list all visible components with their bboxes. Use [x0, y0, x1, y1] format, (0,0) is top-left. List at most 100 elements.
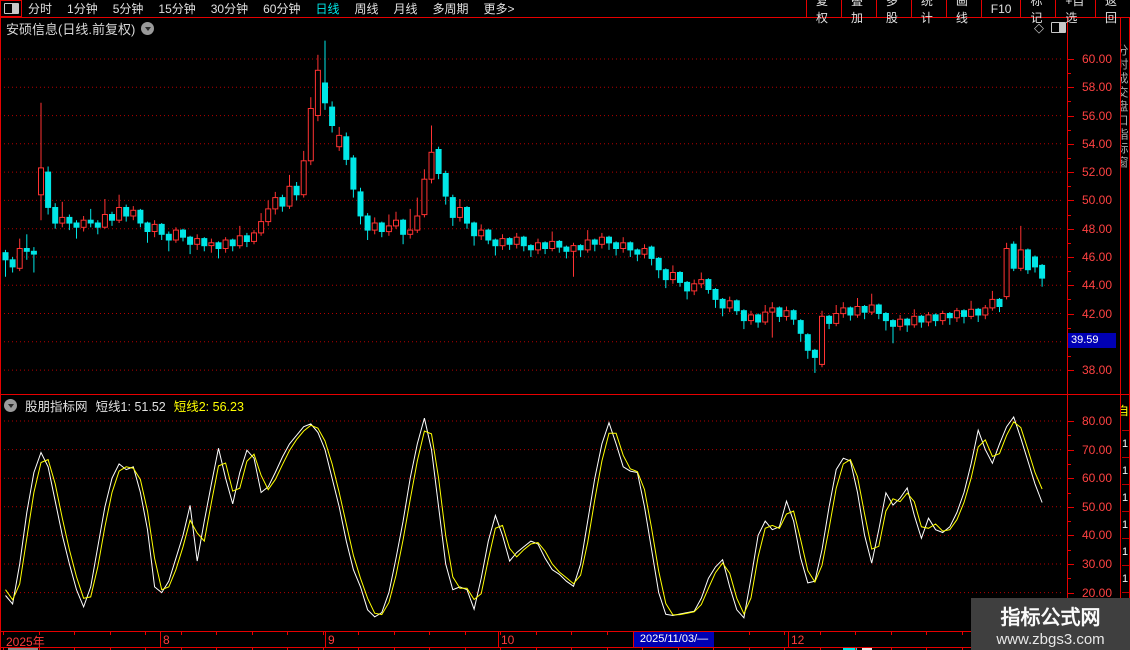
axis-tick — [1068, 450, 1074, 451]
line2-value: 56.23 — [212, 400, 244, 414]
stats-button[interactable]: 统计 — [910, 0, 946, 25]
candlestick-chart[interactable] — [0, 18, 1067, 394]
tab-fenshi[interactable]: 分时 — [28, 0, 52, 17]
week-tick — [110, 632, 111, 635]
overlay-button[interactable]: 叠加 — [840, 0, 876, 25]
indicator-axis-label: 70.00 — [1081, 443, 1112, 457]
indicator-axis-label: 60.00 — [1081, 471, 1112, 485]
week-tick — [181, 632, 182, 635]
axis-tick — [1068, 87, 1074, 88]
tab-30min[interactable]: 30分钟 — [211, 0, 248, 17]
week-tick — [429, 632, 430, 635]
watermark-title: 指标公式网 — [1000, 607, 1101, 629]
multi-stock-button[interactable]: 多股 — [875, 0, 911, 25]
latest-price-badge: 39.59 — [1068, 333, 1116, 348]
month-separator — [788, 632, 789, 647]
axis-minor-tick — [1068, 299, 1071, 300]
sidebar-strip-divider — [1120, 0, 1121, 650]
price-axis-label: 38.00 — [1081, 363, 1112, 377]
line1-value: 51.52 — [134, 400, 166, 414]
f10-button[interactable]: F10 — [980, 0, 1021, 17]
watermark-url: www.zbgs3.com — [996, 631, 1105, 648]
week-tick — [607, 632, 608, 635]
tab-monthly[interactable]: 月线 — [394, 0, 418, 17]
week-tick — [749, 632, 750, 635]
line1-label: 短线1: 51.52 — [95, 400, 166, 414]
axis-minor-tick — [1068, 130, 1071, 131]
price-axis-label: 56.00 — [1081, 109, 1112, 123]
layout-button[interactable] — [0, 0, 22, 17]
period-menu: 分时 1分钟 5分钟 15分钟 30分钟 60分钟 日线 周线 月线 多周期 更… — [28, 0, 515, 17]
week-tick — [465, 632, 466, 635]
indicator-header: 股朋指标网 短线1: 51.52 短线2: 56.23 — [4, 398, 244, 414]
week-tick — [74, 632, 75, 635]
selected-date-badge: 2025/11/03/— — [634, 632, 714, 647]
tab-daily[interactable]: 日线 — [315, 0, 339, 17]
axis-tick — [1068, 116, 1074, 117]
week-tick — [855, 632, 856, 635]
axis-minor-tick — [1068, 186, 1071, 187]
tab-1min[interactable]: 1分钟 — [67, 0, 98, 17]
axis-tick — [1068, 59, 1074, 60]
draw-line-button[interactable]: 画线 — [945, 0, 981, 25]
price-axis-label: 46.00 — [1081, 250, 1112, 264]
month-separator — [160, 632, 161, 647]
week-tick — [39, 632, 40, 635]
tab-multi-period[interactable]: 多周期 — [433, 0, 469, 17]
axis-minor-tick — [1068, 435, 1071, 436]
tab-5min[interactable]: 5分钟 — [113, 0, 144, 17]
indicator-axis-label: 50.00 — [1081, 500, 1112, 514]
oscillator-chart[interactable] — [0, 396, 1067, 631]
time-axis-label: 12 — [791, 633, 805, 647]
week-tick — [820, 632, 821, 635]
back-button[interactable]: 返回 — [1095, 0, 1130, 25]
month-separator — [498, 632, 499, 647]
axis-minor-tick — [1068, 550, 1071, 551]
time-axis-label: 9 — [328, 633, 335, 647]
split-pane-icon[interactable] — [1051, 22, 1066, 33]
line2-label: 短线2: 56.23 — [173, 400, 244, 414]
axis-tick — [1068, 478, 1074, 479]
fuquan-button[interactable]: 复权 — [806, 0, 841, 25]
axis-tick — [1068, 535, 1074, 536]
indicator-axis-label: 40.00 — [1081, 528, 1112, 542]
chevron-down-icon[interactable] — [141, 21, 155, 35]
price-axis-label: 44.00 — [1081, 278, 1112, 292]
top-toolbar: 分时 1分钟 5分钟 15分钟 30分钟 60分钟 日线 周线 月线 多周期 更… — [0, 0, 1130, 25]
axis-minor-tick — [1068, 73, 1071, 74]
price-axis-label: 58.00 — [1081, 80, 1112, 94]
tab-weekly[interactable]: 周线 — [354, 0, 378, 17]
month-separator — [325, 632, 326, 647]
add-watchlist-button[interactable]: +自选 — [1055, 0, 1095, 25]
axis-tick — [1068, 144, 1074, 145]
chart-title-row: 安硕信息(日线.前复权) — [6, 20, 155, 37]
axis-tick — [1068, 593, 1074, 594]
week-tick — [784, 632, 785, 635]
tab-60min[interactable]: 60分钟 — [263, 0, 300, 17]
axis-tick — [1068, 200, 1074, 201]
indicator-axis-label: 30.00 — [1081, 557, 1112, 571]
axis-minor-tick — [1068, 271, 1071, 272]
week-tick — [962, 632, 963, 635]
week-tick — [536, 632, 537, 635]
week-tick — [145, 632, 146, 635]
axis-tick — [1068, 370, 1074, 371]
split-window-icon — [3, 3, 19, 14]
axis-tick — [1068, 564, 1074, 565]
time-axis-label: 8 — [163, 633, 170, 647]
tab-more[interactable]: 更多> — [484, 0, 515, 17]
axis-minor-tick — [1068, 243, 1071, 244]
axis-minor-tick — [1068, 521, 1071, 522]
chevron-down-circle-icon[interactable] — [4, 399, 17, 412]
mark-button[interactable]: 标记 — [1020, 0, 1055, 25]
axis-tick — [1068, 314, 1074, 315]
axis-tick — [1068, 421, 1074, 422]
axis-bottom-border — [0, 647, 1121, 648]
page-title: 安硕信息(日线.前复权) — [6, 21, 136, 37]
axis-minor-tick — [1068, 101, 1071, 102]
indicator-axis-label: 80.00 — [1081, 414, 1112, 428]
week-tick — [323, 632, 324, 635]
axis-minor-tick — [1068, 464, 1071, 465]
axis-top-border — [0, 631, 1121, 632]
tab-15min[interactable]: 15分钟 — [158, 0, 195, 17]
